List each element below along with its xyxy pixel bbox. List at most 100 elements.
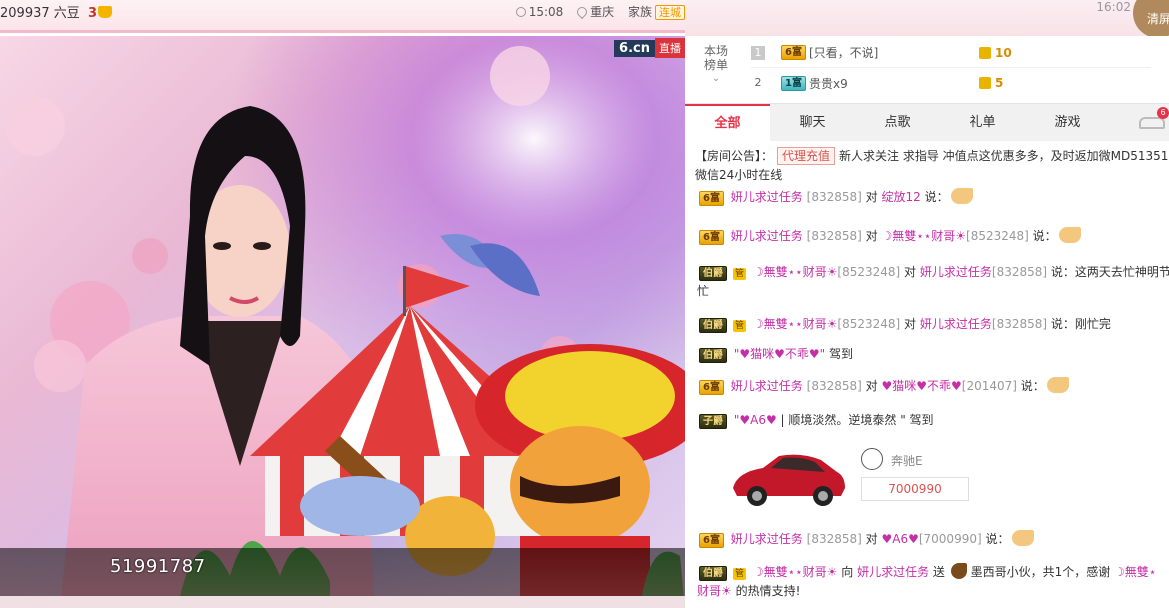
chat-tabs: 全部 聊天 点歌 礼单 游戏 6 — [685, 103, 1169, 141]
target-name[interactable]: ♥A6♥ — [881, 532, 918, 546]
chat-message: 6富 妍儿求过任务 [832858] 对 ♥猫咪♥不乖♥[201407] 说： — [699, 377, 1069, 396]
message-verb: 向 — [841, 565, 854, 579]
wealth-level-badge: 6富 — [699, 191, 724, 206]
message-text: 说： — [1032, 229, 1057, 243]
side-panel: 16:02 清屏 本场 榜单 ⌄ 1 6富 [只看，不说] 10 2 1富 贵贵… — [685, 0, 1169, 608]
sender-name[interactable]: ☽無雙⋆⋆财哥☀ — [753, 317, 838, 331]
video-frame — [0, 36, 685, 608]
ranking-row[interactable]: 1 6富 [只看，不说] 10 — [751, 38, 1151, 68]
wealth-level-badge: 1富 — [781, 75, 806, 91]
site-logo: 6.cn — [614, 39, 655, 57]
chat-message: 6富 妍儿求过任务 [832858] 对 ♥A6♥[7000990] 说： — [699, 530, 1034, 549]
ranking-title-line1: 本场 — [703, 44, 728, 58]
hand-sticker-icon — [950, 188, 973, 204]
live-video[interactable]: 6.cn 直播 51991787 — [0, 36, 685, 608]
manager-badge: 管 — [733, 320, 747, 332]
panel-top: 16:02 清屏 — [685, 0, 1169, 36]
noble-rank-badge: 子爵 — [699, 414, 727, 429]
tab-games[interactable]: 游戏 — [1025, 104, 1110, 141]
chat-message: 伯爵管 ☽無雙⋆⋆财哥☀[8523248] 对 妍儿求过任务[832858] 说… — [699, 263, 1169, 282]
target-name[interactable]: ♥猫咪♥不乖♥ — [881, 379, 961, 393]
target-name[interactable]: 妍儿求过任务 — [920, 317, 992, 331]
room-notice: 【房间公告】： 代理充值 新人求关注 求指导 冲值点这优惠多多，及时返加微MD513… — [695, 147, 1169, 166]
room-header: 209937 六豆 3 15:08 重庆 家族 连城 — [0, 0, 685, 33]
car-owner-id[interactable]: 7000990 — [861, 477, 969, 501]
wealth-level-badge: 6富 — [699, 230, 724, 245]
sender-id: [8523248] — [837, 317, 901, 331]
target-name[interactable]: 绽放12 — [881, 190, 920, 204]
sender-name[interactable]: 妍儿求过任务 — [731, 229, 803, 243]
logo-badge: 6.cn 直播 — [614, 38, 685, 58]
ranking-score: 10 — [994, 45, 1012, 60]
car-image — [733, 454, 845, 506]
chat-message: 6富 妍儿求过任务 [832858] 对 ☽無雙⋆⋆财哥☀[8523248] 说… — [699, 227, 1081, 246]
room-time: 15:08 — [528, 5, 564, 19]
room-notice-line2: 微信24小时在线 — [695, 168, 783, 182]
sender-id: [832858] — [806, 532, 862, 546]
panel-time: 16:02 — [1096, 0, 1131, 14]
rank-number: 1 — [751, 45, 765, 60]
noble-rank-badge: 伯爵 — [699, 566, 727, 581]
session-ranking: 本场 榜单 ⌄ 1 6富 [只看，不说] 10 2 1富 贵贵x9 5 — [685, 38, 1169, 100]
ranking-row[interactable]: 2 1富 贵贵x9 5 — [751, 68, 1151, 98]
target-name[interactable]: 妍儿求过任务 — [920, 265, 992, 279]
wealth-level-badge: 6富 — [699, 533, 724, 548]
hand-sticker-icon — [1058, 227, 1081, 243]
wealth-level-badge: 6富 — [781, 45, 806, 60]
target-id: [8523248] — [966, 229, 1029, 243]
notice-tag[interactable]: 代理充值 — [777, 147, 836, 165]
message-text: 说： — [1020, 379, 1045, 393]
sender-name[interactable]: "♥A6♥ — [734, 413, 777, 427]
message-verb: 对 — [865, 532, 878, 546]
message-text: 说：这两天去忙神明节 — [1050, 265, 1169, 279]
rank-number: 2 — [754, 76, 762, 89]
gift-message: 伯爵管 ☽無雙⋆⋆财哥☀ 向 妍儿求过任务 送 墨西哥小伙，共1个，感谢 ☽無雙… — [699, 563, 1156, 582]
sender-name[interactable]: 妍儿求过任务 — [731, 532, 803, 546]
target-name[interactable]: 妍儿求过任务 — [857, 565, 929, 579]
message-text: 说： — [985, 532, 1010, 546]
clock-icon — [515, 7, 526, 17]
chat-message: 6富 妍儿求过任务 [832858] 对 绽放12 说： — [699, 188, 973, 207]
notice-text: 新人求关注 求指导 冲值点这优惠多多，及时返加微MD51351 — [839, 149, 1169, 163]
sender-id: [832858] — [806, 190, 862, 204]
target-name[interactable]: ☽無雙⋆⋆财哥☀ — [881, 229, 966, 243]
target-id: [201407] — [961, 379, 1017, 393]
noble-rank-badge: 伯爵 — [699, 348, 727, 363]
video-overlay-number: 51991787 — [110, 556, 206, 577]
sender-name[interactable]: 妍儿求过任务 — [731, 190, 803, 204]
tab-chat[interactable]: 聊天 — [770, 104, 855, 141]
manager-badge: 管 — [733, 268, 747, 280]
chat-feed[interactable]: 【房间公告】： 代理充值 新人求关注 求指导 冲值点这优惠多多，及时返加微MD513… — [685, 141, 1169, 608]
chevron-down-icon: ⌄ — [711, 73, 721, 84]
coin-icon — [978, 46, 991, 59]
tab-gift-list[interactable]: 礼单 — [940, 104, 1025, 141]
ranking-score: 5 — [994, 76, 1004, 90]
ranking-user-name[interactable]: 贵贵x9 — [809, 75, 979, 92]
sender-name[interactable]: 妍儿求过任务 — [731, 379, 803, 393]
hand-sticker-icon — [1046, 377, 1069, 393]
sender-name[interactable]: "♥猫咪♥不乖♥" — [734, 347, 825, 361]
car-entrance-card: 奔驰E 7000990 — [725, 444, 1145, 514]
message-verb: 对 — [865, 229, 878, 243]
room-name[interactable]: 六豆 — [54, 6, 80, 21]
target-id: [832858] — [991, 317, 1048, 331]
ranking-toggle[interactable]: 本场 榜单 ⌄ — [701, 44, 731, 86]
sender-name[interactable]: ☽無雙⋆⋆财哥☀ — [753, 565, 838, 579]
location-pin-icon — [575, 4, 590, 20]
manager-badge: 管 — [733, 568, 747, 580]
clear-screen-button[interactable]: 清屏 — [1133, 0, 1169, 36]
noble-rank-badge: 伯爵 — [699, 266, 727, 281]
message-text: 说：刚忙完 — [1050, 317, 1111, 331]
sender-name[interactable]: ☽無雙⋆⋆财哥☀ — [753, 265, 838, 279]
chat-message: 子爵 "♥A6♥ | 顺境淡然。逆境泰然 " 驾到 — [699, 411, 934, 430]
message-verb: 对 — [904, 265, 917, 279]
room-id: 209937 — [0, 6, 50, 21]
thanks-name-continued[interactable]: 财哥☀ — [697, 584, 732, 598]
tab-song-request[interactable]: 点歌 — [855, 104, 940, 141]
tab-all[interactable]: 全部 — [685, 104, 770, 141]
family-badge[interactable]: 连城 — [655, 5, 685, 20]
thanks-name[interactable]: ☽無雙⋆ — [1114, 565, 1156, 579]
ranking-user-name[interactable]: [只看，不说] — [809, 44, 979, 61]
car-name: 奔驰E — [891, 454, 923, 468]
chat-message: 伯爵管 ☽無雙⋆⋆财哥☀[8523248] 对 妍儿求过任务[832858] 说… — [699, 315, 1111, 334]
